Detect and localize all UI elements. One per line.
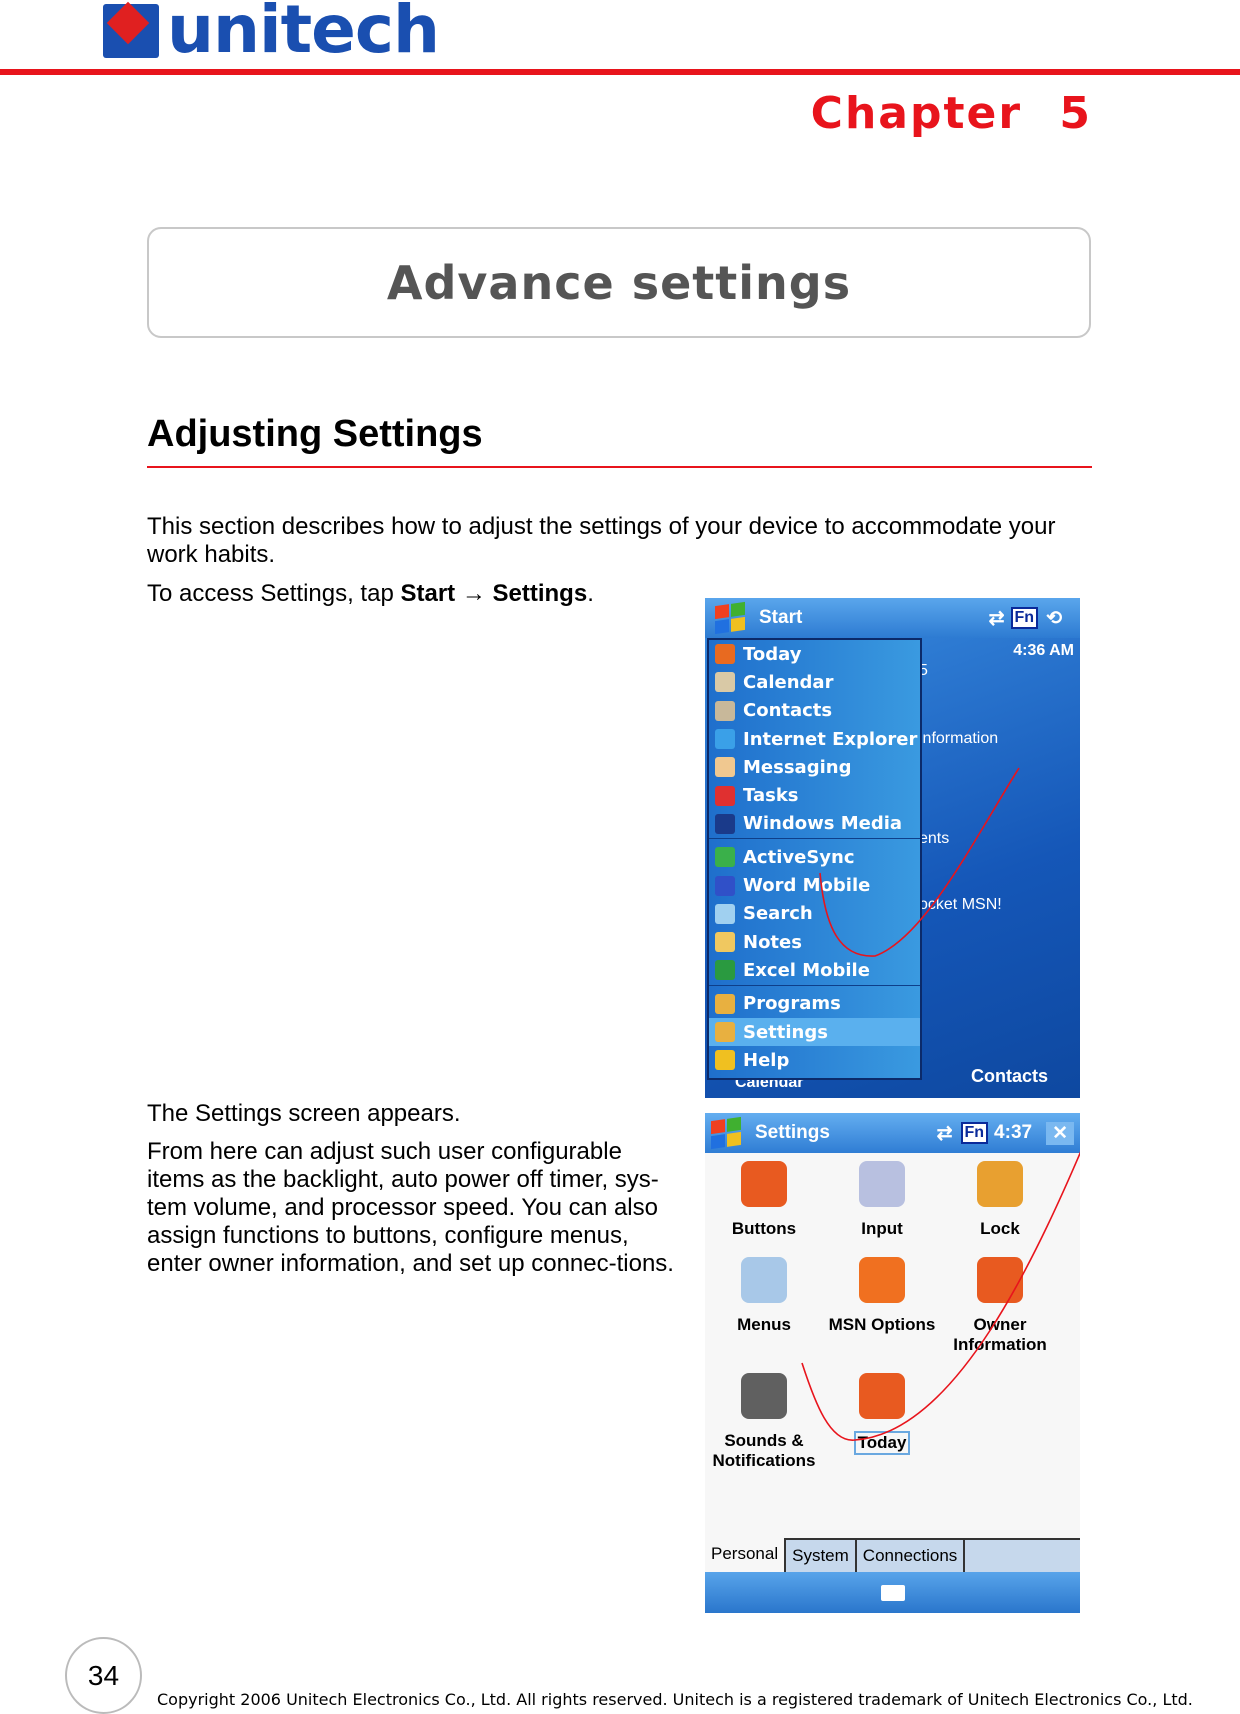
chapter-word: Chapter [810,88,1023,139]
settings-description: From here can adjust such user configura… [147,1138,674,1277]
access-arrow: → [455,580,493,607]
access-start: Start [400,580,456,607]
start-menu-screenshot: Start ⇄ Fn ⟲ 4:36 AM 5 information ents … [705,598,1080,1098]
heading-underline [147,466,1092,468]
section-heading: Adjusting Settings [147,413,483,455]
page-number: 34 [65,1637,142,1714]
chapter-title-box: Advance settings [147,227,1091,338]
logo-mark-icon [103,4,159,58]
settings-screenshot: Settings ⇄ Fn 4:37 ✕ Buttons Input Lock Men… [705,1113,1080,1613]
access-prefix: To access Settings, tap [147,580,401,607]
unitech-logo: unitech [103,0,440,68]
copyright: Copyright 2006 Unitech Electronics Co., … [157,1690,1193,1709]
header-divider [0,69,1240,75]
chapter-title: Advance settings [386,255,852,310]
settings-appears-text: The Settings screen appears. [147,1100,461,1127]
access-suffix: . [587,580,594,607]
access-instruction: To access Settings, tap Start → Settings… [147,580,594,608]
access-settings: Settings [492,580,588,607]
chapter-label: Chapter 5 [811,88,1092,139]
annotation-curve [801,1151,1080,1441]
logo-text: unitech [167,0,440,68]
chapter-number: 5 [1059,88,1092,139]
intro-paragraph: This section describes how to adjust the… [147,513,1056,568]
annotation-curve [819,767,1020,957]
